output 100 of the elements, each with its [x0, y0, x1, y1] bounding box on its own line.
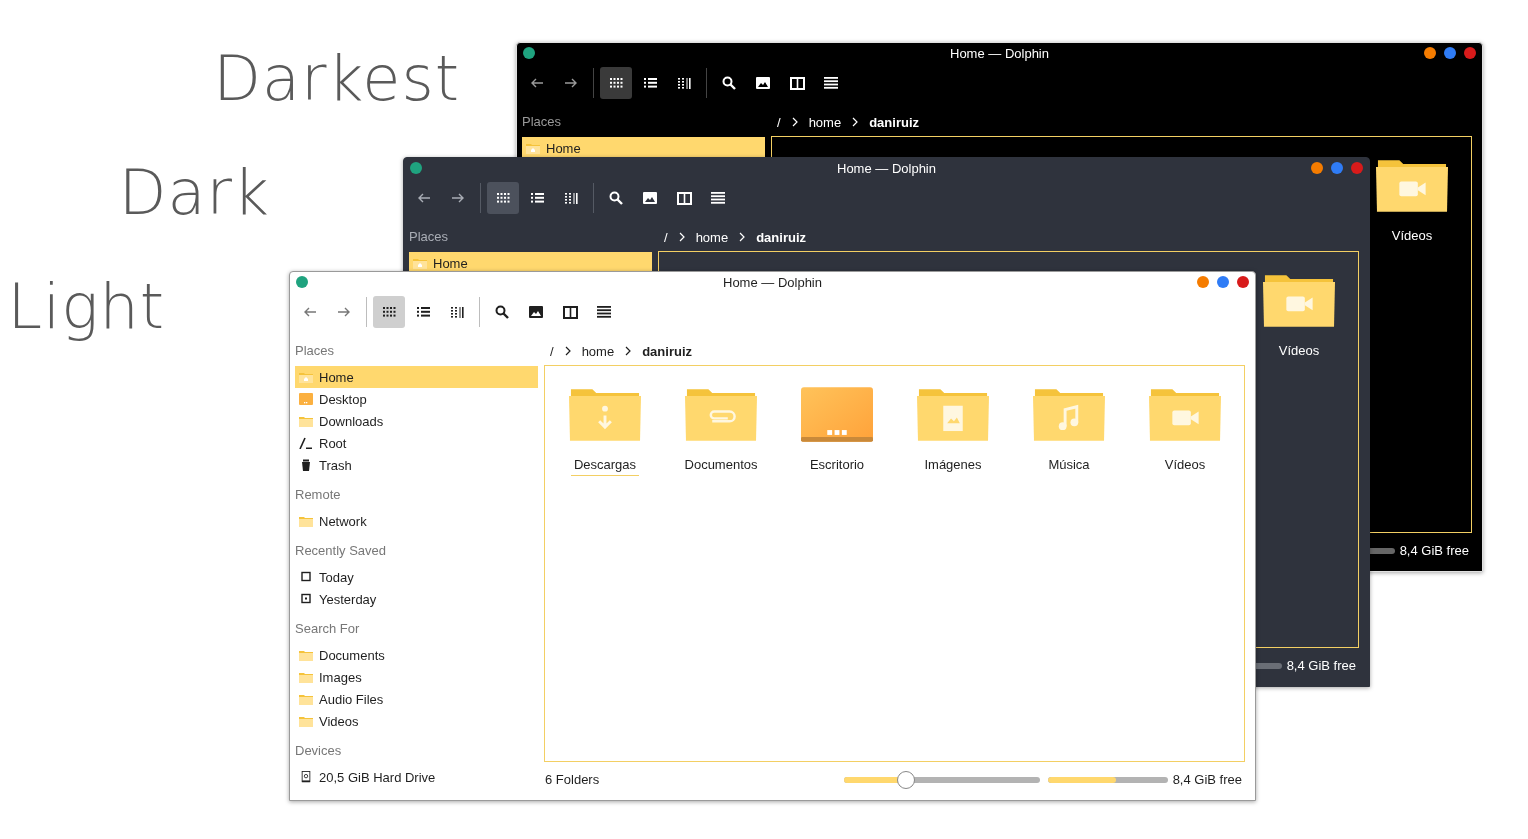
close-button[interactable]: [1237, 276, 1249, 288]
minimize-button[interactable]: [1424, 47, 1436, 59]
folder-icon: [299, 649, 313, 661]
breadcrumb-item[interactable]: daniruiz: [869, 114, 919, 130]
close-button[interactable]: [1464, 47, 1476, 59]
window-title: Home — Dolphin: [836, 160, 937, 176]
paperclip-folder-icon: [685, 386, 757, 443]
sidebar-item[interactable]: Documents: [295, 644, 538, 666]
folder-name: Escritorio: [808, 457, 866, 474]
pin-button[interactable]: [296, 276, 308, 288]
folder-icon: [299, 515, 313, 527]
item-count: 6 Folders: [545, 772, 600, 787]
sidebar-item[interactable]: Audio Files: [295, 688, 538, 710]
columns-icon: [450, 306, 464, 318]
icons-view-button[interactable]: [487, 182, 519, 214]
breadcrumb-item[interactable]: home: [695, 229, 729, 245]
icons-view-button[interactable]: [600, 67, 632, 99]
folder-item[interactable]: Escritorio: [798, 386, 876, 476]
icons-view-button[interactable]: [373, 296, 405, 328]
theme-label: Darkest: [213, 48, 460, 110]
image-icon: [529, 306, 543, 318]
folder-item[interactable]: Vídeos: [1373, 157, 1451, 247]
section-header: Places: [409, 228, 450, 246]
arrow-left-icon: [417, 191, 431, 205]
breadcrumb-item[interactable]: home: [808, 114, 842, 130]
desktop-folder-icon: [801, 386, 873, 443]
sidebar-item[interactable]: Network: [295, 510, 538, 532]
pin-button[interactable]: [523, 47, 535, 59]
sidebar-item[interactable]: Home: [295, 366, 538, 388]
breadcrumb-item[interactable]: daniruiz: [642, 343, 692, 359]
search-icon: [722, 76, 736, 90]
free-space-text: 8,4 GiB free: [1399, 543, 1469, 558]
sidebar-item[interactable]: Today: [295, 566, 538, 588]
folder-item[interactable]: Música: [1030, 386, 1108, 476]
chevron-right-icon: [564, 346, 571, 356]
search-icon: [495, 305, 509, 319]
sidebar-item[interactable]: Desktop: [295, 388, 538, 410]
zoom-slider[interactable]: [843, 770, 1040, 789]
arrow-right-icon: [337, 305, 351, 319]
desktop-icon: [299, 393, 313, 405]
theme-label: Dark: [118, 162, 270, 224]
chevron-right-icon: [678, 232, 685, 242]
sidebar-item[interactable]: 20,5 GiB Hard Drive: [295, 766, 538, 788]
breadcrumb-item[interactable]: home: [581, 343, 615, 359]
breadcrumb-item[interactable]: daniruiz: [756, 229, 806, 245]
section-header: Remote: [295, 486, 342, 504]
sidebar-item[interactable]: Home: [522, 137, 765, 159]
grid-icon: [496, 193, 510, 203]
slash-icon: [299, 437, 313, 449]
folder-name: Documentos: [683, 457, 759, 474]
list-icon: [530, 193, 544, 203]
maximize-button[interactable]: [1331, 162, 1343, 174]
sidebar-item[interactable]: Videos: [295, 710, 538, 732]
maximize-button[interactable]: [1217, 276, 1229, 288]
folder-item[interactable]: Vídeos: [1146, 386, 1224, 476]
chevron-right-icon: [791, 117, 798, 127]
folder-name: Imágenes: [923, 457, 983, 474]
video-folder-icon: [1149, 386, 1221, 443]
close-button[interactable]: [1351, 162, 1363, 174]
slider-handle[interactable]: [897, 770, 916, 789]
sidebar-item[interactable]: Home: [409, 252, 652, 274]
breadcrumb-item[interactable]: /: [777, 114, 781, 130]
folder-name: Descargas: [570, 457, 640, 476]
sidebar-item[interactable]: Yesterday: [295, 588, 538, 610]
sidebar-item[interactable]: Downloads: [295, 410, 538, 432]
chevron-right-icon: [739, 232, 746, 242]
home-folder-icon: [299, 371, 313, 383]
drive-icon: [299, 771, 313, 783]
arrow-left-icon: [530, 76, 544, 90]
folder-item[interactable]: Vídeos: [1260, 272, 1338, 362]
maximize-button[interactable]: [1444, 47, 1456, 59]
breadcrumb-item[interactable]: /: [550, 343, 554, 359]
music-folder-icon: [1033, 386, 1105, 443]
video-folder-icon: [1376, 157, 1448, 214]
search-icon: [609, 191, 623, 205]
window-title: Home — Dolphin: [722, 274, 823, 290]
sidebar-item[interactable]: Root: [295, 432, 538, 454]
section-header: Places: [522, 113, 563, 131]
square-icon: [299, 571, 313, 583]
arrow-right-icon: [451, 191, 465, 205]
grid-icon: [382, 307, 396, 317]
free-space-text: 8,4 GiB free: [1172, 772, 1242, 787]
split-icon: [789, 76, 805, 90]
image-folder-icon: [917, 386, 989, 443]
list-icon: [643, 78, 657, 88]
folder-icon: [299, 415, 313, 427]
folder-item[interactable]: Imágenes: [914, 386, 992, 476]
folder-item[interactable]: Documentos: [682, 386, 760, 476]
folder-name: Vídeos: [1163, 457, 1207, 474]
folder-name: Música: [1047, 457, 1091, 474]
folder-item[interactable]: Descargas: [566, 386, 644, 476]
split-icon: [676, 191, 692, 205]
pin-button[interactable]: [410, 162, 422, 174]
minimize-button[interactable]: [1311, 162, 1323, 174]
sidebar-item[interactable]: Trash: [295, 454, 538, 476]
folder-name: Vídeos: [1390, 228, 1434, 245]
breadcrumb-item[interactable]: /: [664, 229, 668, 245]
folder-icon: [299, 671, 313, 683]
sidebar-item[interactable]: Images: [295, 666, 538, 688]
home-folder-icon: [413, 257, 427, 269]
